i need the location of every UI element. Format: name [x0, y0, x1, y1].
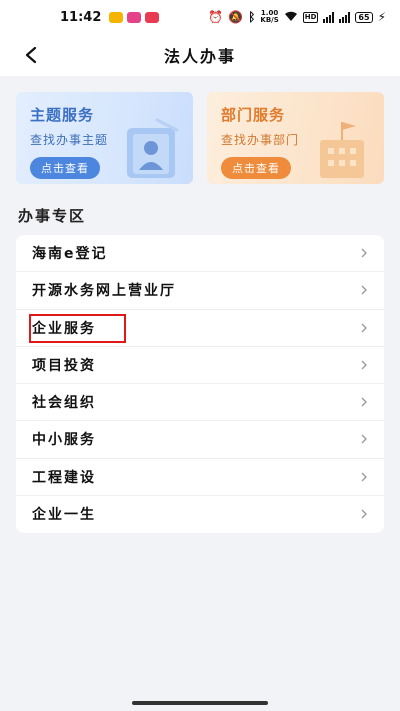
chevron-right-icon	[361, 360, 367, 370]
chevron-right-icon	[361, 285, 367, 295]
app-notification-icon	[145, 11, 160, 23]
chevron-left-icon	[25, 46, 37, 64]
chevron-right-icon	[361, 472, 367, 482]
list-item-project-investment[interactable]: 项目投资	[16, 347, 384, 384]
list-item-label: 开源水务网上营业厅	[32, 283, 176, 300]
network-speed: 1.00 KB/S	[260, 10, 278, 24]
chevron-right-icon	[361, 434, 367, 444]
list-item-kaiyuan-water[interactable]: 开源水务网上营业厅	[16, 272, 384, 310]
list-item-label: 工程建设	[32, 469, 96, 486]
list-item-label: 项目投资	[32, 357, 96, 374]
app-notification-icon	[109, 11, 124, 23]
bluetooth-off-icon: ᛒ	[248, 10, 256, 24]
signal-icon	[323, 11, 335, 23]
network-speed-unit: KB/S	[260, 16, 279, 24]
header: 法人办事	[0, 34, 400, 76]
list-item-construction[interactable]: 工程建设	[16, 459, 384, 496]
charging-icon: ⚡	[377, 10, 386, 24]
wifi-icon	[284, 11, 298, 24]
list-item-label: 海南e登记	[32, 246, 108, 263]
department-service-card[interactable]: 部门服务 查找办事部门 点击查看	[207, 92, 384, 184]
list-item-label: 中小服务	[32, 432, 96, 449]
status-time: 11:42	[60, 9, 102, 25]
list-item-enterprise-lifecycle[interactable]: 企业一生	[16, 496, 384, 533]
page-title: 法人办事	[163, 47, 236, 66]
list-item-enterprise-service[interactable]: 企业服务	[16, 310, 384, 347]
mute-icon: 🔕	[228, 10, 244, 24]
view-theme-button[interactable]: 点击查看	[30, 157, 100, 179]
hd-badge: HD	[302, 11, 319, 23]
signal-icon	[339, 11, 351, 23]
service-cards: 主题服务 查找办事主题 点击查看 部门服务 查找办事部门 点击查看	[16, 92, 384, 184]
alarm-icon: ⏰	[208, 10, 224, 24]
list-item-hainan-e-register[interactable]: 海南e登记	[16, 235, 384, 273]
chevron-right-icon	[361, 509, 367, 519]
home-indicator[interactable]	[132, 701, 268, 705]
person-id-card-icon	[127, 118, 179, 178]
app-notification-icon	[127, 11, 142, 23]
building-icon	[320, 122, 364, 178]
battery-indicator: 65	[355, 11, 373, 23]
list-item-label: 企业一生	[32, 507, 96, 524]
chevron-right-icon	[361, 323, 367, 333]
chevron-right-icon	[361, 397, 367, 407]
section-title: 办事专区	[18, 207, 87, 225]
list-item-label: 社会组织	[32, 395, 96, 412]
service-list: 海南e登记 开源水务网上营业厅 企业服务 项目投资 社会组织 中小服务 工程建设…	[16, 235, 384, 533]
list-item-social-organization[interactable]: 社会组织	[16, 384, 384, 422]
back-button[interactable]	[18, 42, 44, 68]
chevron-right-icon	[361, 248, 367, 258]
list-item-sme-service[interactable]: 中小服务	[16, 421, 384, 459]
highlight-box	[29, 313, 126, 343]
view-department-button[interactable]: 点击查看	[221, 157, 291, 179]
theme-service-card[interactable]: 主题服务 查找办事主题 点击查看	[16, 92, 193, 184]
status-bar: 11:42 ⏰ 🔕 ᛒ 1.00 KB/S HD 65 ⚡	[0, 0, 400, 34]
